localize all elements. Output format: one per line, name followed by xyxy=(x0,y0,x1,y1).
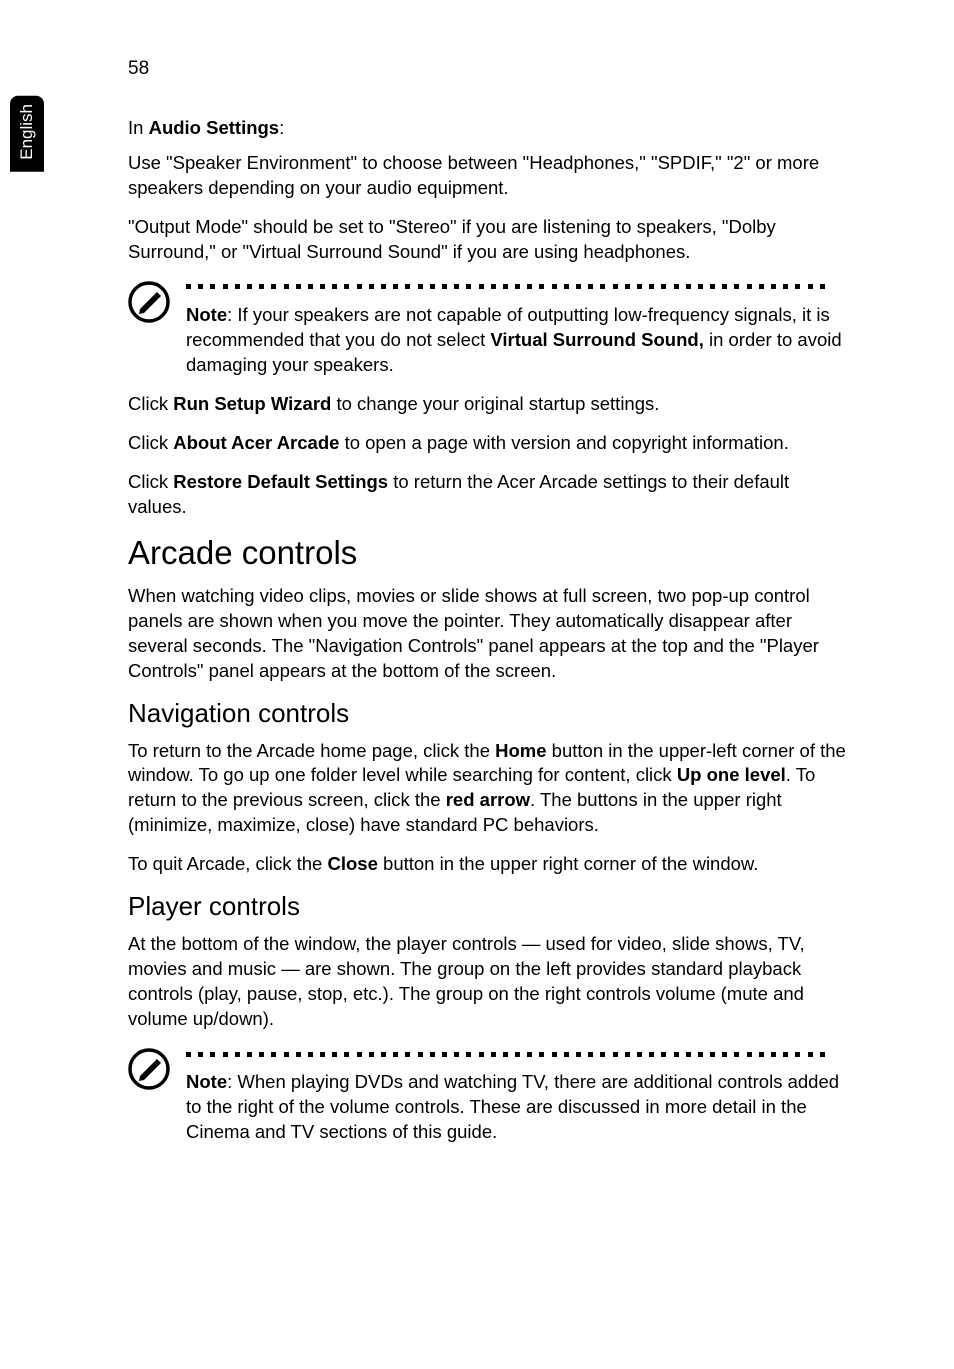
player-para: At the bottom of the window, the player … xyxy=(128,932,848,1032)
arcade-controls-para: When watching video clips, movies or sli… xyxy=(128,584,848,684)
pencil-note-icon xyxy=(128,1048,170,1090)
note-2-text: Note: When playing DVDs and watching TV,… xyxy=(186,1070,848,1145)
note-label: Note xyxy=(186,304,227,325)
language-tab: English xyxy=(10,96,44,172)
page-number: 58 xyxy=(128,58,149,80)
quit-b: button in the upper right corner of the … xyxy=(378,853,759,874)
main-content: In Audio Settings: Use "Speaker Environm… xyxy=(128,116,848,1159)
about-acer-arcade: About Acer Arcade xyxy=(173,432,339,453)
note2-text: : When playing DVDs and watching TV, the… xyxy=(186,1071,839,1142)
close-bold: Close xyxy=(328,853,378,874)
dotted-divider xyxy=(186,1046,848,1062)
output-mode-para: "Output Mode" should be set to "Stereo" … xyxy=(128,215,848,265)
in-text: In xyxy=(128,117,149,138)
vss-bold: Virtual Surround Sound, xyxy=(490,329,703,350)
quit-a: To quit Arcade, click the xyxy=(128,853,328,874)
red-arrow-bold: red arrow xyxy=(446,789,530,810)
player-controls-heading: Player controls xyxy=(128,891,848,922)
run-setup-tail: to change your original startup settings… xyxy=(331,393,659,414)
nav-para: To return to the Arcade home page, click… xyxy=(128,739,848,839)
run-setup-wizard: Run Setup Wizard xyxy=(173,393,331,414)
note-block-2: Note: When playing DVDs and watching TV,… xyxy=(128,1046,848,1145)
home-bold: Home xyxy=(495,740,546,761)
click-text-3: Click xyxy=(128,471,173,492)
click-text-2: Click xyxy=(128,432,173,453)
note-block-1: Note: If your speakers are not capable o… xyxy=(128,279,848,378)
audio-settings-label: Audio Settings xyxy=(149,117,280,138)
about-para: Click About Acer Arcade to open a page w… xyxy=(128,431,848,456)
restore-default: Restore Default Settings xyxy=(173,471,388,492)
restore-para: Click Restore Default Settings to return… xyxy=(128,470,848,520)
note-label-2: Note xyxy=(186,1071,227,1092)
quit-para: To quit Arcade, click the Close button i… xyxy=(128,852,848,877)
note-right-2: Note: When playing DVDs and watching TV,… xyxy=(186,1046,848,1145)
audio-settings-heading: In Audio Settings: xyxy=(128,116,848,141)
note-1-text: Note: If your speakers are not capable o… xyxy=(186,303,848,378)
up-one-level-bold: Up one level xyxy=(677,764,786,785)
arcade-controls-heading: Arcade controls xyxy=(128,534,848,572)
note-right-1: Note: If your speakers are not capable o… xyxy=(186,279,848,378)
pencil-note-icon xyxy=(128,281,170,323)
speaker-env-para: Use "Speaker Environment" to choose betw… xyxy=(128,151,848,201)
colon: : xyxy=(279,117,284,138)
nav-a: To return to the Arcade home page, click… xyxy=(128,740,495,761)
navigation-controls-heading: Navigation controls xyxy=(128,698,848,729)
dotted-divider xyxy=(186,279,848,295)
click-text: Click xyxy=(128,393,173,414)
about-tail: to open a page with version and copyrigh… xyxy=(339,432,788,453)
run-setup-para: Click Run Setup Wizard to change your or… xyxy=(128,392,848,417)
